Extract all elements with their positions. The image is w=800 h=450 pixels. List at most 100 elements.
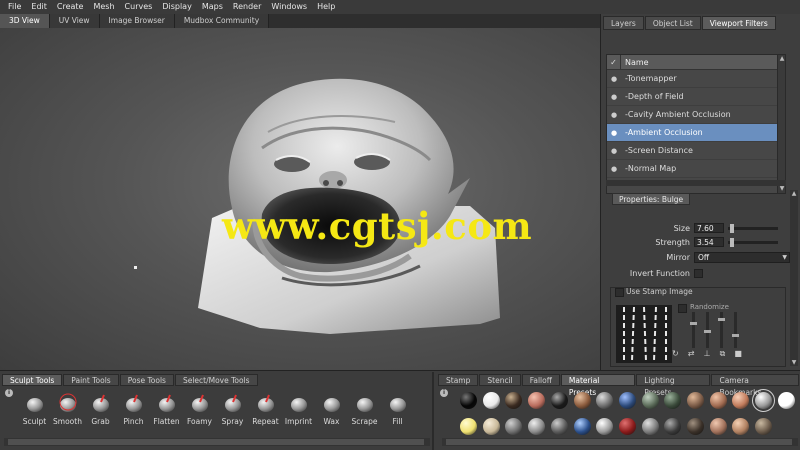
material-swatch[interactable] xyxy=(752,389,776,412)
scroll-down-icon[interactable]: ▼ xyxy=(778,185,785,193)
repeat-icon[interactable] xyxy=(256,393,276,413)
filter-list-scrollbar[interactable]: ▲ ▼ xyxy=(777,55,785,193)
tab-falloff[interactable]: Falloff xyxy=(521,374,560,386)
tab-uv-view[interactable]: UV View xyxy=(49,14,100,28)
size-field[interactable]: 7.60 xyxy=(694,223,724,233)
sculpt-icon[interactable] xyxy=(25,393,45,413)
tab-paint-tools[interactable]: Paint Tools xyxy=(63,374,119,386)
filter-row[interactable]: ● -Screen Distance xyxy=(607,142,785,160)
material-swatch[interactable] xyxy=(460,418,477,435)
stamp-slider-4[interactable] xyxy=(732,312,739,348)
tile-icon[interactable]: ⧉ xyxy=(720,349,726,359)
info-icon[interactable]: i xyxy=(5,389,13,397)
tool-foamy[interactable]: Foamy xyxy=(183,393,216,433)
menu-curves[interactable]: Curves xyxy=(120,0,158,14)
tab-object-list[interactable]: Object List xyxy=(644,16,701,30)
material-swatch[interactable] xyxy=(709,392,727,409)
strength-slider[interactable] xyxy=(728,237,778,247)
tab-stencil[interactable]: Stencil xyxy=(479,374,521,386)
material-swatch[interactable] xyxy=(482,392,500,409)
menu-file[interactable]: File xyxy=(3,0,26,14)
material-swatch[interactable] xyxy=(482,418,500,435)
tab-camera-bookmarks[interactable]: Camera Bookmarks xyxy=(711,374,799,397)
material-swatch[interactable] xyxy=(505,392,523,409)
menu-mesh[interactable]: Mesh xyxy=(88,0,119,14)
tool-fill[interactable]: Fill xyxy=(381,393,414,433)
tab-layers[interactable]: Layers xyxy=(603,16,644,30)
filter-list-hscrollbar[interactable] xyxy=(606,180,786,186)
tab-3d-view[interactable]: 3D View xyxy=(0,14,50,28)
info-icon[interactable]: i xyxy=(440,389,448,397)
filter-row[interactable]: ● -Cavity Ambient Occlusion xyxy=(607,106,785,124)
material-swatch[interactable] xyxy=(618,392,636,409)
material-swatch[interactable] xyxy=(528,392,546,409)
flatten-icon[interactable] xyxy=(157,393,177,413)
imprint-icon[interactable] xyxy=(289,393,309,413)
material-swatch[interactable] xyxy=(687,392,704,409)
tool-flatten[interactable]: Flatten xyxy=(150,393,183,433)
scrape-icon[interactable] xyxy=(355,393,375,413)
material-swatch[interactable] xyxy=(641,418,659,435)
invert-checkbox[interactable] xyxy=(694,268,703,278)
tab-lighting-presets[interactable]: Lighting Presets xyxy=(636,374,711,397)
reset-icon[interactable]: ■ xyxy=(734,349,742,359)
stamp-slider-1[interactable] xyxy=(690,312,697,348)
menu-display[interactable]: Display xyxy=(157,0,197,14)
tool-spray[interactable]: Spray xyxy=(216,393,249,433)
grab-icon[interactable] xyxy=(91,393,111,413)
tab-stamp[interactable]: Stamp xyxy=(438,374,479,386)
material-swatch[interactable] xyxy=(550,418,568,435)
scroll-up-icon[interactable]: ▲ xyxy=(790,190,798,197)
material-swatch[interactable] xyxy=(732,418,750,435)
tab-material-presets[interactable]: Material Presets xyxy=(560,374,636,397)
material-swatch[interactable] xyxy=(505,418,523,435)
align-icon[interactable]: ⊥ xyxy=(704,349,711,359)
menu-render[interactable]: Render xyxy=(228,0,266,14)
randomize-checkbox[interactable] xyxy=(678,304,687,313)
filter-row[interactable]: ● -Depth of Field xyxy=(607,88,785,106)
tool-imprint[interactable]: Imprint xyxy=(282,393,315,433)
use-stamp-checkbox[interactable] xyxy=(615,288,624,297)
checkmark-icon[interactable]: ✓ xyxy=(607,55,621,70)
strength-field[interactable]: 3.54 xyxy=(694,237,724,247)
menu-help[interactable]: Help xyxy=(312,0,340,14)
tool-sculpt[interactable]: Sculpt xyxy=(18,393,51,433)
tray-divider[interactable] xyxy=(432,372,434,450)
material-swatch[interactable] xyxy=(664,418,682,435)
material-swatch[interactable] xyxy=(550,392,568,409)
tool-pinch[interactable]: Pinch xyxy=(117,393,150,433)
material-swatch[interactable] xyxy=(709,418,727,435)
spray-icon[interactable] xyxy=(223,393,243,413)
material-swatch[interactable] xyxy=(596,392,614,409)
tool-repeat[interactable]: Repeat xyxy=(249,393,282,433)
tab-select-move-tools[interactable]: Select/Move Tools xyxy=(174,374,258,386)
filter-row[interactable]: ● -Normal Map xyxy=(607,160,785,178)
menu-windows[interactable]: Windows xyxy=(266,0,312,14)
3d-viewport[interactable]: www.cgtsj.com xyxy=(0,28,600,370)
smooth-icon[interactable] xyxy=(58,393,78,413)
tools-scrollbar[interactable] xyxy=(4,438,430,446)
tab-pose-tools[interactable]: Pose Tools xyxy=(119,374,174,386)
tool-wax[interactable]: Wax xyxy=(315,393,348,433)
material-swatch[interactable] xyxy=(687,418,704,435)
foamy-icon[interactable] xyxy=(190,393,210,413)
material-swatch[interactable] xyxy=(573,418,591,435)
material-swatch[interactable] xyxy=(732,392,750,409)
fill-icon[interactable] xyxy=(388,393,408,413)
properties-scrollbar[interactable]: ▲ ▼ xyxy=(790,190,798,366)
tab-mudbox-community[interactable]: Mudbox Community xyxy=(174,14,270,28)
material-swatch[interactable] xyxy=(641,392,659,409)
size-slider-thumb[interactable] xyxy=(730,223,735,233)
stamp-preview[interactable] xyxy=(616,305,672,363)
wax-icon[interactable] xyxy=(322,393,342,413)
filter-row[interactable]: ● -Tonemapper xyxy=(607,70,785,88)
menu-maps[interactable]: Maps xyxy=(197,0,228,14)
material-swatch[interactable] xyxy=(664,392,682,409)
menu-create[interactable]: Create xyxy=(52,0,89,14)
material-swatch[interactable] xyxy=(618,418,636,435)
size-slider[interactable] xyxy=(728,223,778,233)
tab-image-browser[interactable]: Image Browser xyxy=(99,14,175,28)
material-swatch[interactable] xyxy=(755,418,773,435)
materials-scrollbar[interactable] xyxy=(442,438,798,446)
material-swatch[interactable] xyxy=(596,418,614,435)
